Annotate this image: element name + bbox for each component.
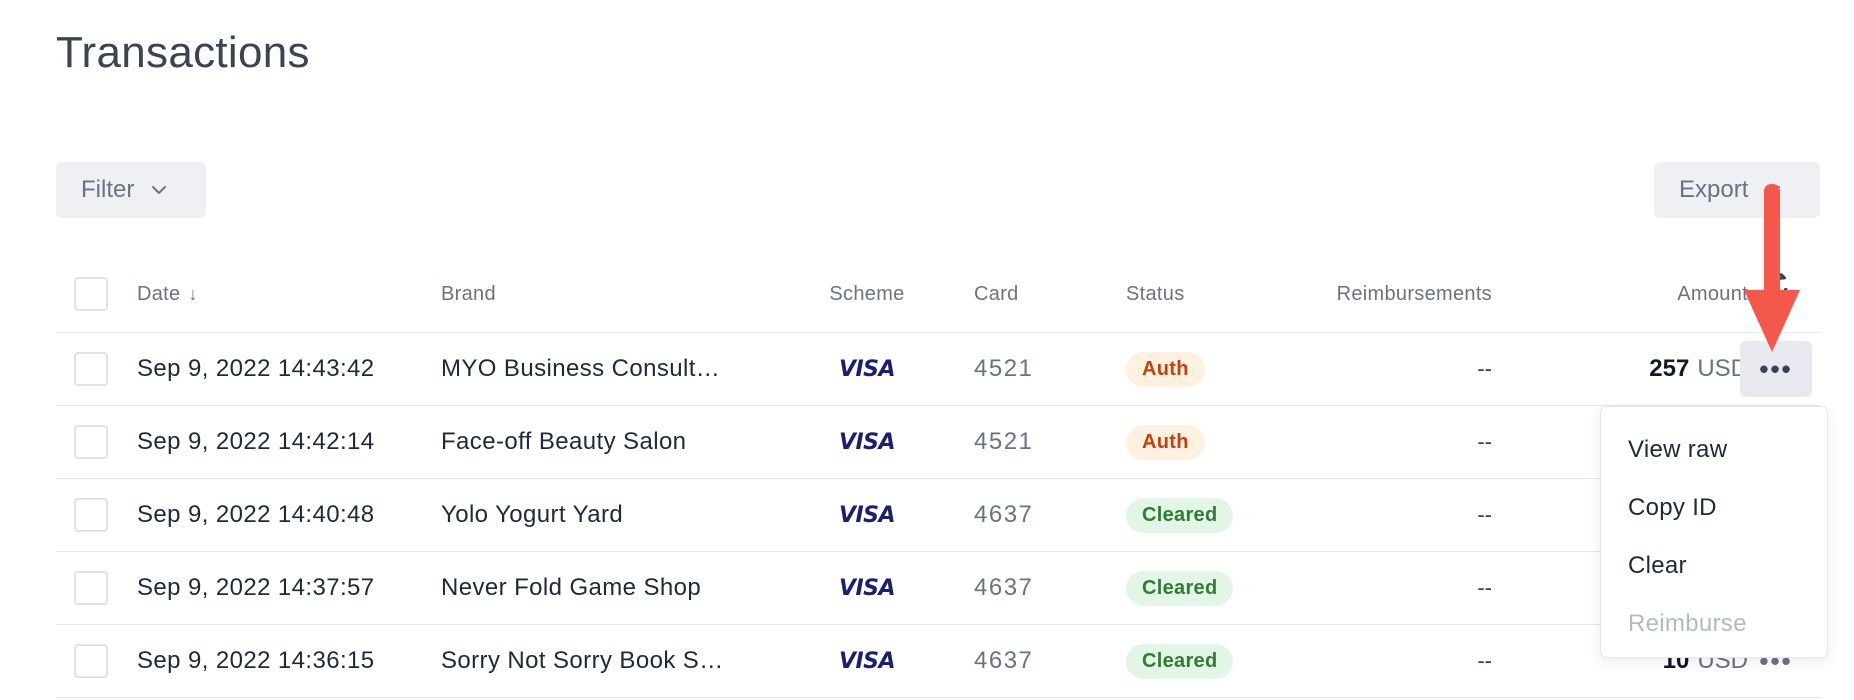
row-card: 4521: [974, 428, 1034, 455]
row-checkbox[interactable]: [74, 644, 108, 678]
column-header-brand: Brand: [441, 282, 496, 305]
row-reimbursements: --: [1477, 356, 1492, 381]
column-header-scheme: Scheme: [829, 282, 905, 305]
table-row[interactable]: Sep 9, 2022 14:36:15 Sorry Not Sorry Boo…: [56, 625, 1820, 698]
column-header-amount: Amount: [1677, 282, 1748, 305]
page-title: Transactions: [56, 28, 310, 77]
row-brand: Face-off Beauty Salon: [441, 428, 687, 455]
amount-value: 257: [1649, 355, 1690, 382]
row-card: 4637: [974, 501, 1034, 528]
row-reimbursements: --: [1477, 648, 1492, 673]
row-brand: Never Fold Game Shop: [441, 574, 702, 601]
status-badge: Cleared: [1126, 643, 1234, 679]
row-date: Sep 9, 2022 14:43:42: [137, 355, 375, 382]
arrow-down-icon: [1744, 184, 1800, 352]
row-scheme: VISA: [838, 648, 896, 674]
status-badge: Auth: [1126, 424, 1205, 460]
column-header-reimbursements: Reimbursements: [1336, 282, 1492, 305]
row-scheme: VISA: [838, 502, 896, 528]
row-scheme: VISA: [838, 575, 896, 601]
row-reimbursements: --: [1477, 429, 1492, 454]
row-checkbox[interactable]: [74, 498, 108, 532]
row-checkbox[interactable]: [74, 352, 108, 386]
export-label: Export: [1679, 176, 1749, 203]
status-badge-cell: Cleared: [1126, 625, 1234, 697]
column-header-card: Card: [974, 282, 1019, 305]
table-header-row: Date ↓ Brand Scheme Card Status Reimburs…: [56, 256, 1820, 333]
filter-label: Filter: [81, 176, 135, 203]
menu-item-reimburse: Reimburse: [1628, 610, 1747, 637]
column-header-date[interactable]: Date ↓: [137, 256, 198, 332]
row-card: 4637: [974, 574, 1034, 601]
status-badge-cell: Cleared: [1126, 552, 1234, 624]
status-badge: Auth: [1126, 351, 1205, 387]
status-badge-cell: Cleared: [1126, 479, 1234, 551]
status-badge: Cleared: [1126, 570, 1234, 606]
sort-down-icon: ↓: [188, 283, 198, 304]
visa-logo: VISA: [819, 406, 915, 478]
table-row[interactable]: Sep 9, 2022 14:43:42 MYO Business Consul…: [56, 333, 1820, 406]
row-date: Sep 9, 2022 14:42:14: [137, 428, 375, 455]
row-card: 4637: [974, 647, 1034, 674]
transactions-table: Date ↓ Brand Scheme Card Status Reimburs…: [56, 256, 1820, 698]
row-checkbox[interactable]: [74, 571, 108, 605]
row-date: Sep 9, 2022 14:36:15: [137, 647, 375, 674]
row-actions-menu: View raw Copy ID Clear Reimburse: [1600, 406, 1828, 658]
filter-button[interactable]: Filter: [56, 162, 206, 218]
visa-logo: VISA: [819, 479, 915, 551]
table-row[interactable]: Sep 9, 2022 14:42:14 Face-off Beauty Sal…: [56, 406, 1820, 479]
column-date-label: Date: [137, 282, 181, 305]
table-row[interactable]: Sep 9, 2022 14:37:57 Never Fold Game Sho…: [56, 552, 1820, 625]
row-reimbursements: --: [1477, 502, 1492, 527]
status-badge-cell: Auth: [1126, 406, 1205, 478]
status-badge: Cleared: [1126, 497, 1234, 533]
chevron-down-icon: [152, 186, 167, 194]
visa-logo: VISA: [819, 552, 915, 624]
visa-logo: VISA: [819, 333, 915, 405]
row-amount: 257 USD: [1516, 333, 1748, 405]
row-card: 4521: [974, 355, 1034, 382]
row-checkbox[interactable]: [74, 425, 108, 459]
menu-item-view-raw[interactable]: View raw: [1601, 421, 1827, 479]
status-badge-cell: Auth: [1126, 333, 1205, 405]
visa-logo: VISA: [819, 625, 915, 697]
menu-item-clear[interactable]: Clear: [1601, 537, 1827, 595]
row-brand: Sorry Not Sorry Book S…: [441, 647, 724, 674]
row-brand: MYO Business Consult…: [441, 355, 721, 382]
row-reimbursements: --: [1477, 575, 1492, 600]
row-brand: Yolo Yogurt Yard: [441, 501, 624, 528]
row-scheme: VISA: [838, 356, 896, 382]
row-scheme: VISA: [838, 429, 896, 455]
row-date: Sep 9, 2022 14:40:48: [137, 501, 375, 528]
menu-item-copy-id[interactable]: Copy ID: [1601, 479, 1827, 537]
column-header-status: Status: [1126, 282, 1185, 305]
table-row[interactable]: Sep 9, 2022 14:40:48 Yolo Yogurt Yard VI…: [56, 479, 1820, 552]
row-date: Sep 9, 2022 14:37:57: [137, 574, 375, 601]
select-all-checkbox[interactable]: [74, 277, 108, 311]
